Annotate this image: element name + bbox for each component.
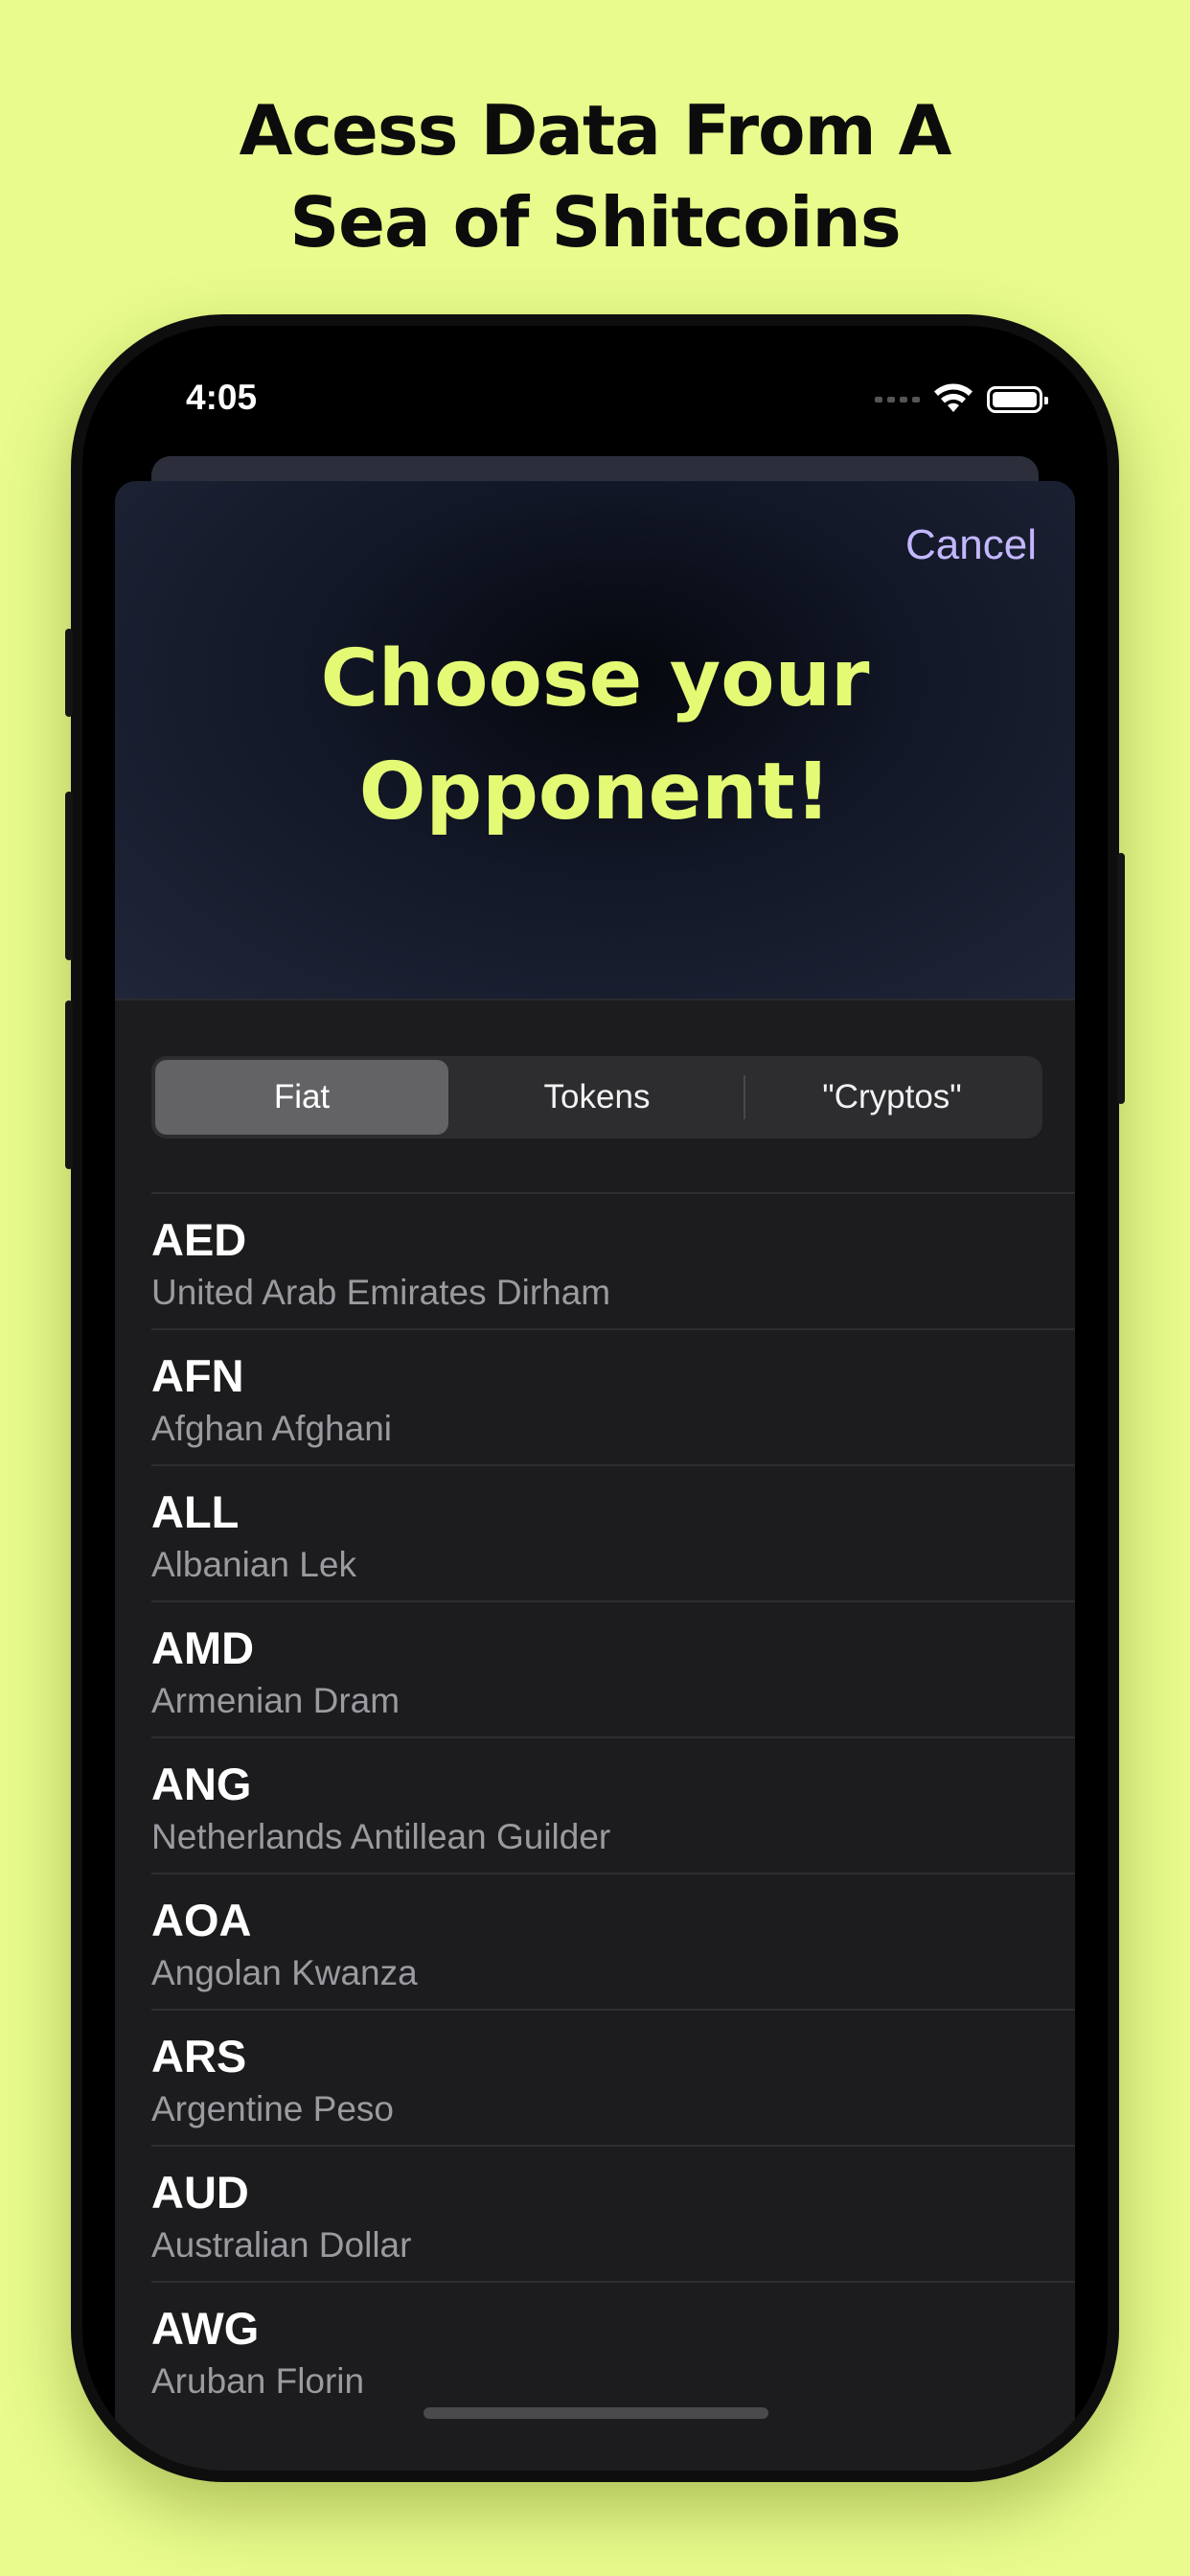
currency-code: AED xyxy=(151,1214,247,1265)
phone-volume-up-button xyxy=(65,792,73,960)
currency-row[interactable]: AOA Angolan Kwanza xyxy=(151,1873,1075,2009)
marketing-headline: Acess Data From A Sea of Shitcoins xyxy=(0,84,1190,268)
currency-name: United Arab Emirates Dirham xyxy=(151,1273,611,1312)
currency-code: AOA xyxy=(151,1895,252,1945)
currency-code: ARS xyxy=(151,2031,247,2082)
signal-dots-icon xyxy=(875,397,920,402)
currency-code: ALL xyxy=(151,1486,240,1537)
headline-line-2: Sea of Shitcoins xyxy=(289,182,901,263)
sheet-title-line-1: Choose your xyxy=(320,633,870,724)
currency-name: Angolan Kwanza xyxy=(151,1953,418,1992)
currency-type-segmented-control: Fiat Tokens "Cryptos" xyxy=(151,1056,1042,1138)
currency-name: Argentine Peso xyxy=(151,2089,395,2128)
currency-row[interactable]: AED United Arab Emirates Dirham xyxy=(151,1192,1075,1328)
phone-power-button xyxy=(1117,853,1125,1104)
cancel-button[interactable]: Cancel xyxy=(905,521,1037,569)
phone-screen: 4:05 Cancel Choose your Opponent! Fiat T… xyxy=(82,326,1108,2471)
segment-tokens[interactable]: Tokens xyxy=(450,1060,744,1135)
currency-row[interactable]: AMD Armenian Dram xyxy=(151,1600,1075,1736)
home-indicator[interactable] xyxy=(423,2407,768,2419)
status-icons xyxy=(875,383,1048,416)
currency-code: AUD xyxy=(151,2167,249,2218)
currency-name: Netherlands Antillean Guilder xyxy=(151,1817,611,1856)
sheet-header: Cancel Choose your Opponent! xyxy=(115,481,1075,1000)
currency-code: AWG xyxy=(151,2303,260,2354)
currency-code: AMD xyxy=(151,1622,255,1673)
currency-name: Afghan Afghani xyxy=(151,1409,392,1448)
sheet-title: Choose your Opponent! xyxy=(115,623,1075,849)
currency-name: Albanian Lek xyxy=(151,1545,356,1584)
currency-row[interactable]: AWG Aruban Florin xyxy=(151,2281,1075,2417)
segment-cryptos[interactable]: "Cryptos" xyxy=(745,1060,1039,1135)
currency-list: AED United Arab Emirates Dirham AFN Afgh… xyxy=(151,1192,1075,2417)
currency-row[interactable]: ALL Albanian Lek xyxy=(151,1464,1075,1600)
segment-fiat[interactable]: Fiat xyxy=(155,1060,448,1135)
currency-row[interactable]: AUD Australian Dollar xyxy=(151,2145,1075,2281)
wifi-icon xyxy=(934,383,973,412)
currency-code: ANG xyxy=(151,1759,252,1809)
currency-row[interactable]: AFN Afghan Afghani xyxy=(151,1328,1075,1464)
headline-line-1: Acess Data From A xyxy=(239,90,952,171)
phone-volume-down-button xyxy=(65,1000,73,1169)
currency-name: Aruban Florin xyxy=(151,2361,365,2401)
sheet-title-line-2: Opponent! xyxy=(358,747,832,838)
status-time: 4:05 xyxy=(186,378,258,417)
battery-icon xyxy=(987,386,1048,413)
currency-name: Armenian Dram xyxy=(151,1681,400,1720)
currency-code: AFN xyxy=(151,1350,244,1401)
currency-name: Australian Dollar xyxy=(151,2225,412,2265)
currency-row[interactable]: ARS Argentine Peso xyxy=(151,2009,1075,2145)
phone-action-button xyxy=(65,629,73,717)
opponent-picker-sheet: Cancel Choose your Opponent! Fiat Tokens… xyxy=(115,481,1075,2471)
currency-row[interactable]: ANG Netherlands Antillean Guilder xyxy=(151,1736,1075,1873)
